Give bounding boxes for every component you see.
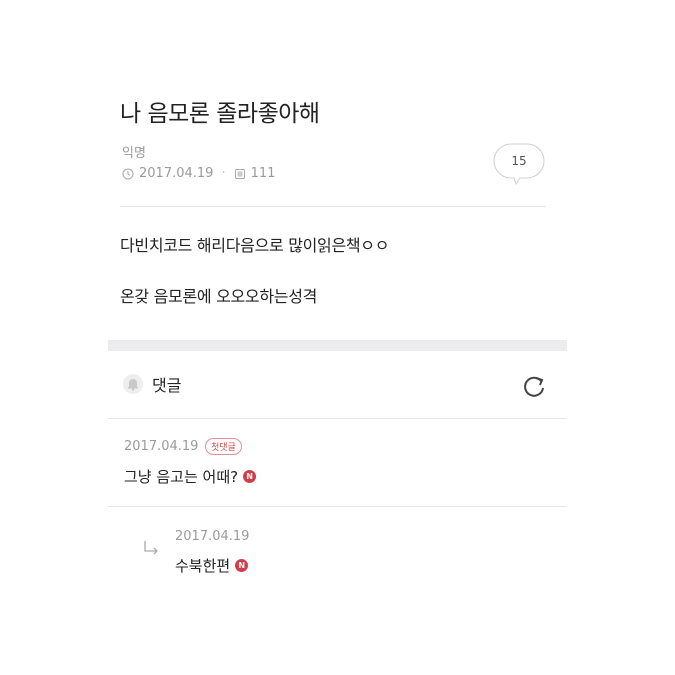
post-views: 111 (250, 166, 276, 181)
post-author[interactable]: 익명 (122, 142, 146, 161)
comment-text: 그냥 음고는 어때? (124, 468, 239, 486)
bell-icon (123, 374, 143, 394)
new-badge: N (235, 559, 249, 572)
comment-count-button[interactable]: 15 (492, 142, 546, 186)
divider (120, 206, 546, 207)
divider (108, 506, 567, 507)
post-body-line-1: 다빈치코드 해리다음으로 많이읽은책ㅇㅇ (120, 236, 390, 255)
comments-header: 댓글 (122, 372, 181, 396)
comments-header-label: 댓글 (152, 376, 182, 395)
new-badge: N (243, 470, 257, 483)
views-icon (234, 168, 245, 179)
meta-divider: · (221, 166, 226, 181)
refresh-icon[interactable] (520, 373, 548, 401)
post-meta: 2017.04.19 · 111 (122, 166, 275, 181)
comment-item: 그냥 음고는 어때? N (124, 466, 257, 487)
reply-arrow-icon (144, 541, 158, 555)
post-container: 나 음모론 졸라좋아해 익명 2017.04.19 · 111 15 다빈치코드… (108, 0, 567, 675)
first-comment-badge: 첫댓글 (205, 438, 242, 455)
post-date: 2017.04.19 (139, 166, 214, 181)
divider (108, 418, 567, 419)
comment-count: 15 (511, 154, 527, 168)
comment-date: 2017.04.19 (124, 439, 199, 454)
post-title: 나 음모론 졸라좋아해 (120, 101, 320, 127)
clock-icon (122, 168, 134, 179)
reply-date: 2017.04.19 (175, 529, 250, 544)
post-body-line-2: 온갖 음모론에 오오오하는성격 (120, 287, 318, 306)
section-divider (108, 340, 567, 351)
reply-text: 수북한편 (175, 557, 231, 575)
reply-item: 수북한편 N (175, 555, 249, 576)
